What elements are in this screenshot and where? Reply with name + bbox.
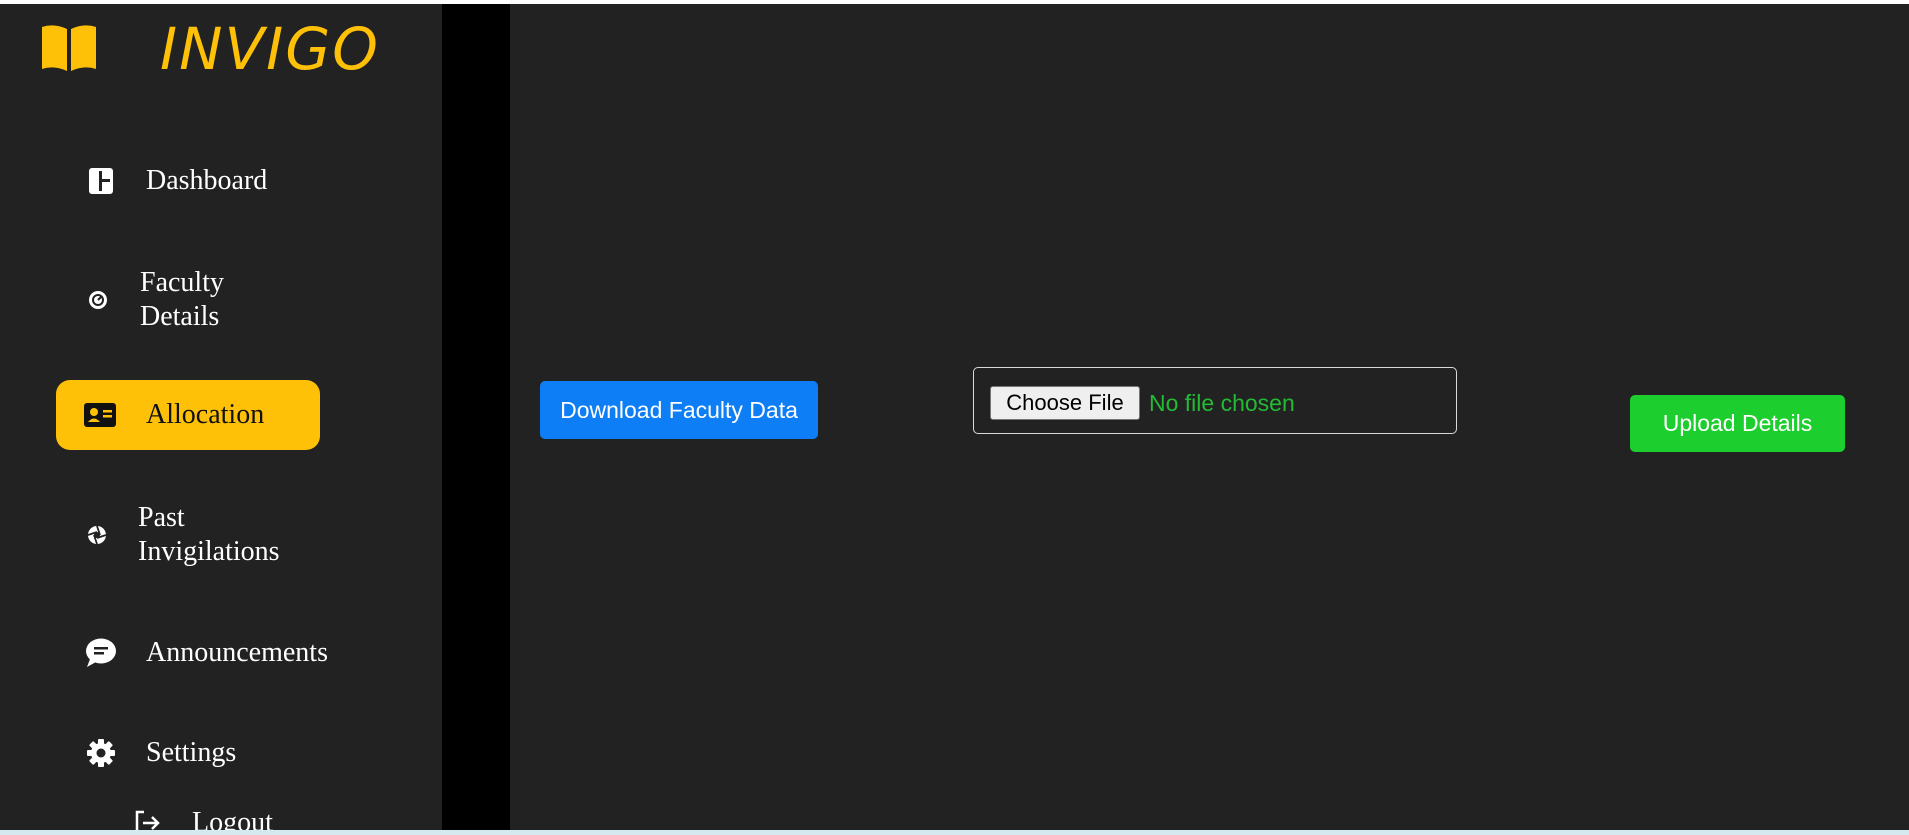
sidebar-item-label: Past Invigilations	[138, 502, 280, 567]
sidebar-item-faculty-details[interactable]: Faculty Details	[84, 266, 224, 334]
chat-bubble-icon	[84, 636, 118, 670]
download-faculty-data-button[interactable]: Download Faculty Data	[540, 381, 818, 439]
upload-details-button[interactable]: Upload Details	[1630, 395, 1845, 452]
sidebar-divider	[442, 4, 510, 830]
main-content: Download Faculty Data Choose File No fil…	[510, 4, 1909, 830]
sidebar-item-label: Announcements	[146, 637, 328, 668]
file-input[interactable]: Choose File No file chosen	[973, 367, 1457, 434]
sidebar-item-past-invigilations[interactable]: Past Invigilations	[84, 501, 280, 569]
sidebar-item-allocation[interactable]: Allocation	[56, 380, 320, 450]
brand-name: INVIGO	[160, 15, 380, 83]
dashboard-icon	[84, 164, 118, 198]
open-book-icon	[42, 25, 96, 71]
id-card-icon	[84, 380, 116, 450]
sidebar-item-label: Settings	[146, 737, 237, 768]
aperture-icon	[84, 501, 110, 569]
sidebar-item-label: Dashboard	[146, 165, 268, 196]
sidebar-item-settings[interactable]: Settings	[84, 736, 236, 770]
sidebar-item-label: Logout	[192, 807, 273, 830]
sidebar: INVIGO Dashboard Faculty Details Allocat…	[0, 4, 442, 830]
gauge-icon	[84, 266, 112, 334]
sidebar-item-dashboard[interactable]: Dashboard	[84, 164, 267, 198]
choose-file-button[interactable]: Choose File	[990, 386, 1140, 420]
sidebar-item-label: Faculty Details	[140, 267, 224, 332]
logout-icon	[132, 808, 162, 830]
sidebar-item-logout[interactable]: Logout	[132, 806, 273, 830]
file-status-text: No file chosen	[1149, 390, 1295, 416]
gear-icon	[84, 736, 118, 770]
sidebar-item-label: Allocation	[146, 399, 265, 430]
sidebar-item-announcements[interactable]: Announcements	[84, 636, 328, 670]
